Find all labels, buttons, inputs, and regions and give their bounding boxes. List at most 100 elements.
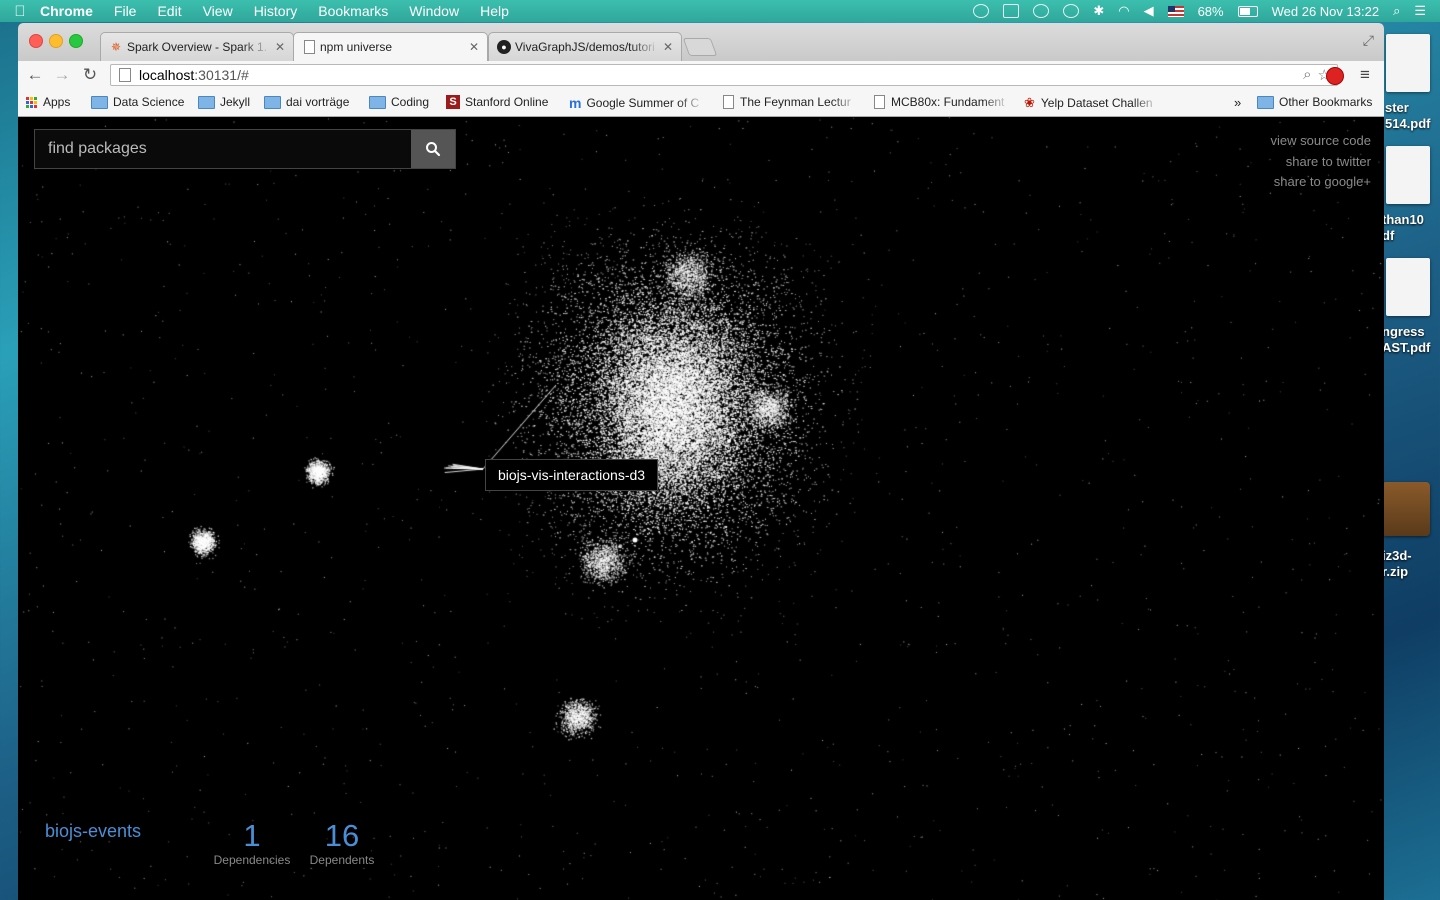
desktop-file-label-4[interactable]: iz3d- r.zip <box>1382 548 1440 580</box>
input-source-flag-icon[interactable] <box>1167 5 1184 17</box>
tab-title: npm universe <box>320 40 393 54</box>
desktop-zip-icon[interactable] <box>1382 482 1430 536</box>
bookmark-other-bookmarks[interactable]: Other Bookmarks <box>1257 95 1372 109</box>
close-tab-icon[interactable]: ✕ <box>469 40 479 54</box>
forward-arrow-icon[interactable]: → <box>52 65 72 85</box>
back-arrow-icon[interactable]: ← <box>25 65 45 85</box>
notification-center-icon[interactable]: ☰ <box>1414 3 1426 19</box>
close-window-button[interactable] <box>29 34 43 48</box>
bluetooth-icon[interactable]: ✱ <box>1093 3 1104 19</box>
address-bar[interactable]: localhost:30131/# ⌕ ☆ <box>110 64 1338 86</box>
desktop-file-label-2[interactable]: than10 df <box>1382 212 1440 244</box>
bookmark-feynman[interactable]: The Feynman Lectur <box>723 95 859 109</box>
screen-mirror-icon[interactable] <box>1003 4 1020 18</box>
notification-icon[interactable] <box>973 4 990 18</box>
stanford-icon: S <box>446 95 460 109</box>
bookmark-label: dai vorträge <box>286 95 350 109</box>
dependents-stat[interactable]: 16 Dependents <box>302 817 382 867</box>
folder-icon <box>369 95 386 109</box>
desktop-file-label-3[interactable]: ngress AST.pdf <box>1382 324 1440 356</box>
bookmark-label: Coding <box>391 95 430 109</box>
menu-window[interactable]: Window <box>409 3 459 19</box>
menu-view[interactable]: View <box>203 3 233 19</box>
bookmark-label: Other Bookmarks <box>1279 95 1373 109</box>
bookmark-label: Apps <box>43 95 71 109</box>
folder-icon <box>264 95 281 109</box>
tab-title: Spark Overview - Spark 1. <box>127 40 268 54</box>
menu-bookmarks[interactable]: Bookmarks <box>318 3 388 19</box>
bookmark-label: Stanford Online <box>465 95 549 109</box>
google-summer-icon: m <box>569 95 582 111</box>
zoom-icon[interactable]: ⌕ <box>1303 66 1311 84</box>
tab-npm-universe[interactable]: npm universe ✕ <box>293 32 488 61</box>
extension-icon[interactable] <box>1326 67 1344 85</box>
volume-icon[interactable]: ◀ <box>1144 3 1154 19</box>
page-icon <box>723 95 734 109</box>
package-graph-canvas[interactable] <box>18 117 1384 900</box>
dependencies-stat[interactable]: 1 Dependencies <box>212 817 292 867</box>
desktop-pdf-icon[interactable] <box>1386 34 1430 92</box>
bookmark-folder-coding[interactable]: Coding <box>369 95 429 109</box>
wifi-icon[interactable]: ◠ <box>1118 3 1129 19</box>
apple-menu-icon[interactable]:  <box>0 3 40 20</box>
search-icon <box>426 142 441 157</box>
dependencies-label: Dependencies <box>213 853 291 867</box>
desktop-file-label-1[interactable]: ster 514.pdf <box>1385 100 1440 132</box>
apps-grid-icon <box>26 96 37 108</box>
bookmark-apps[interactable]: Apps <box>26 95 70 109</box>
page-icon <box>874 95 885 109</box>
menu-help[interactable]: Help <box>480 3 509 19</box>
bookmark-label: Google Summer of C <box>586 96 700 110</box>
time-machine-icon[interactable] <box>1063 4 1080 18</box>
chrome-menu-icon[interactable]: ≡ <box>1360 65 1370 85</box>
shield-icon[interactable] <box>1033 4 1050 18</box>
close-tab-icon[interactable]: ✕ <box>663 40 673 54</box>
tab-spark-overview[interactable]: ✵ Spark Overview - Spark 1. ✕ <box>100 32 294 61</box>
bookmark-google-summer[interactable]: m Google Summer of C <box>569 95 705 111</box>
url-host: localhost <box>139 67 195 83</box>
menu-app-chrome[interactable]: Chrome <box>40 3 93 19</box>
new-tab-button[interactable] <box>682 38 718 56</box>
browser-window: ✵ Spark Overview - Spark 1. ✕ npm univer… <box>18 23 1384 900</box>
bookmark-label: Jekyll <box>220 95 251 109</box>
bookmarks-overflow-chevron[interactable]: » <box>1234 95 1241 110</box>
close-tab-icon[interactable]: ✕ <box>275 40 285 54</box>
share-links: view source code share to twitter share … <box>1271 131 1371 193</box>
bookmarks-bar: Apps Data Science Jekyll dai vorträge Co… <box>18 89 1384 117</box>
node-tooltip: biojs-vis-interactions-d3 <box>485 459 659 491</box>
bookmark-folder-data-science[interactable]: Data Science <box>91 95 184 109</box>
minimize-window-button[interactable] <box>49 34 63 48</box>
search-input[interactable] <box>35 130 411 168</box>
bookmark-mcb80x[interactable]: MCB80x: Fundament <box>874 95 1010 109</box>
clock[interactable]: Wed 26 Nov 13:22 <box>1272 4 1379 19</box>
search-button[interactable] <box>411 130 455 168</box>
share-google-link[interactable]: share to google+ <box>1271 172 1371 193</box>
spark-star-icon: ✵ <box>110 40 122 54</box>
bookmark-folder-jekyll[interactable]: Jekyll <box>198 95 250 109</box>
battery-icon[interactable] <box>1237 5 1258 17</box>
tab-vivagraphjs[interactable]: ● VivaGraphJS/demos/tutori ✕ <box>488 32 682 61</box>
menu-history[interactable]: History <box>254 3 298 19</box>
zoom-window-button[interactable] <box>69 34 83 48</box>
desktop-pdf-icon[interactable] <box>1386 146 1430 204</box>
dependents-count: 16 <box>324 818 360 853</box>
fullscreen-icon[interactable]: ⤢ <box>1363 32 1374 49</box>
bookmark-label: Yelp Dataset Challen <box>1040 96 1153 110</box>
share-twitter-link[interactable]: share to twitter <box>1271 152 1371 173</box>
page-info-icon[interactable] <box>119 68 131 82</box>
view-source-link[interactable]: view source code <box>1271 131 1371 152</box>
browser-toolbar: ← → ↻ localhost:30131/# ⌕ ☆ ≡ <box>18 61 1384 89</box>
menu-file[interactable]: File <box>114 3 137 19</box>
bookmark-label: MCB80x: Fundament <box>891 95 1005 109</box>
selected-package-name[interactable]: biojs-events <box>45 821 141 842</box>
menu-bar:  Chrome File Edit View History Bookmark… <box>0 0 1440 22</box>
dependencies-count: 1 <box>243 818 261 853</box>
reload-icon[interactable]: ↻ <box>80 65 100 85</box>
menu-edit[interactable]: Edit <box>157 3 181 19</box>
bookmark-folder-dai-vortraege[interactable]: dai vorträge <box>264 95 349 109</box>
yelp-icon: ❀ <box>1024 95 1035 110</box>
spotlight-search-icon[interactable]: ⌕ <box>1393 3 1400 19</box>
desktop-pdf-icon[interactable] <box>1386 258 1430 316</box>
bookmark-stanford-online[interactable]: S Stanford Online <box>446 95 548 109</box>
bookmark-yelp[interactable]: ❀ Yelp Dataset Challen <box>1024 95 1160 111</box>
